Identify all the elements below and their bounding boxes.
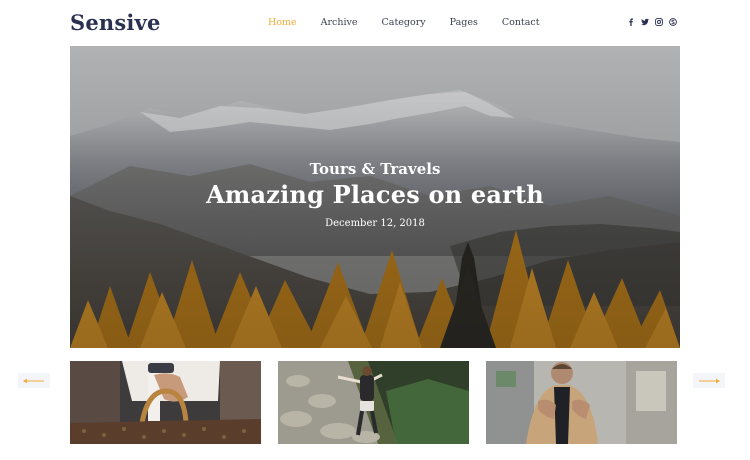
hero-banner[interactable]: Tours & Travels Amazing Places on earth … bbox=[70, 46, 680, 348]
nav-item-archive[interactable]: Archive bbox=[321, 17, 358, 28]
skype-icon[interactable] bbox=[669, 18, 677, 26]
twitter-icon[interactable] bbox=[641, 18, 649, 26]
nav-item-contact[interactable]: Contact bbox=[502, 17, 540, 28]
nav-item-pages[interactable]: Pages bbox=[450, 17, 478, 28]
carousel-prev-button[interactable] bbox=[18, 373, 50, 388]
hero-category[interactable]: Tours & Travels bbox=[70, 160, 680, 178]
arrow-left-icon bbox=[23, 378, 44, 383]
nav-item-home[interactable]: Home bbox=[268, 17, 297, 28]
site-logo[interactable]: Sensive bbox=[70, 10, 161, 35]
hero-date: December 12, 2018 bbox=[325, 218, 425, 229]
arrow-right-icon bbox=[699, 378, 720, 383]
thumbnail-card-3[interactable] bbox=[486, 361, 677, 444]
nav-item-category[interactable]: Category bbox=[382, 17, 426, 28]
thumbnail-card-1[interactable] bbox=[70, 361, 261, 444]
thumbnail-card-2[interactable] bbox=[278, 361, 469, 444]
social-links bbox=[627, 18, 683, 26]
main-nav: Home Archive Category Pages Contact bbox=[268, 17, 564, 28]
carousel-next-button[interactable] bbox=[693, 373, 725, 388]
instagram-icon[interactable] bbox=[655, 18, 663, 26]
handbag-photo bbox=[70, 361, 261, 444]
facebook-icon[interactable] bbox=[627, 18, 635, 26]
hero-title[interactable]: Amazing Places on earth bbox=[70, 180, 680, 209]
man-in-coat-photo bbox=[486, 361, 677, 444]
hiker-photo bbox=[278, 361, 469, 444]
